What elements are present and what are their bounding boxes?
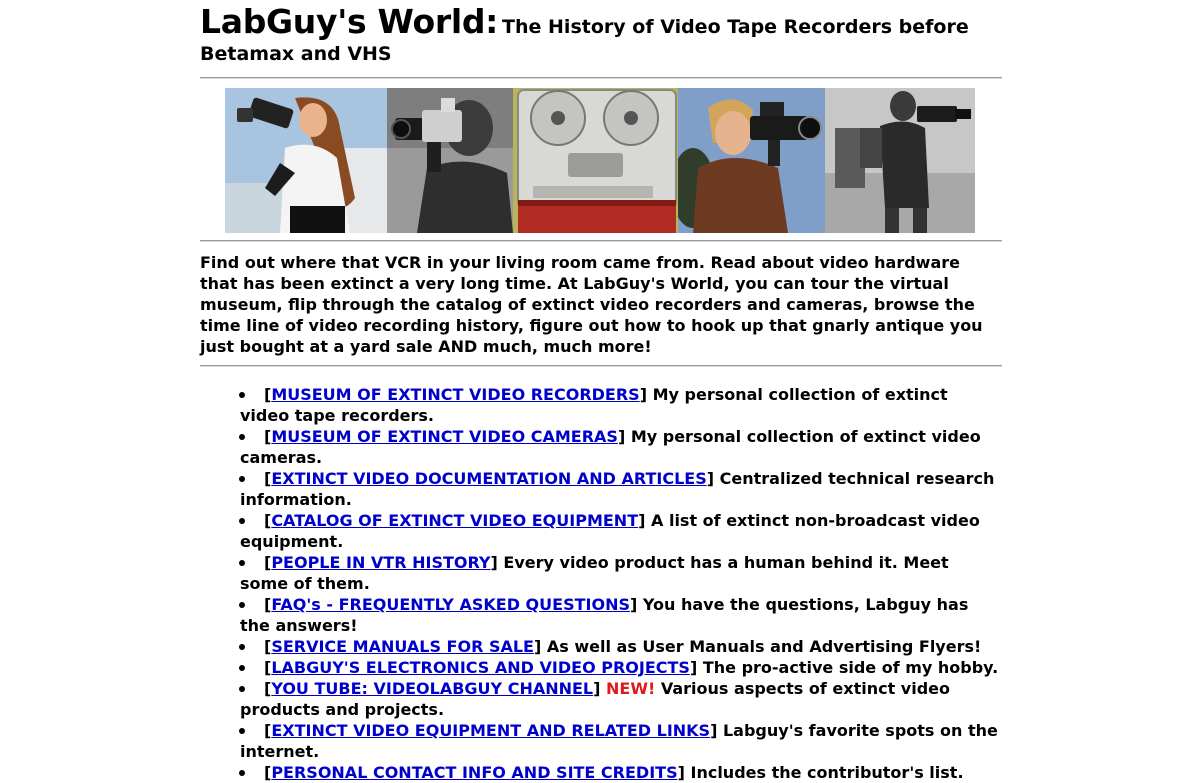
nav-link-catalog-of-extinct-video-equipment[interactable]: CATALOG OF EXTINCT VIDEO EQUIPMENT [271,511,638,530]
bullet-icon [239,686,245,692]
nav-item-catalog-of-extinct-video-equipment: [CATALOG OF EXTINCT VIDEO EQUIPMENT] A l… [239,511,980,551]
nav-item-museum-of-extinct-video-recorders: [MUSEUM OF EXTINCT VIDEO RECORDERS] My p… [239,385,948,425]
nav-item-labguy-s-electronics-and-video-projects: [LABGUY'S ELECTRONICS AND VIDEO PROJECTS… [239,657,1002,678]
banner-collage [225,88,975,233]
nav-item-extinct-video-equipment-and-related-links: [EXTINCT VIDEO EQUIPMENT AND RELATED LIN… [239,721,998,761]
nav-link-faq-s-frequently-asked-questions[interactable]: FAQ's - FREQUENTLY ASKED QUESTIONS [271,595,630,614]
nav-link-people-in-vtr-history[interactable]: PEOPLE IN VTR HISTORY [271,553,490,572]
bullet-icon [239,665,245,671]
nav-item-museum-of-extinct-video-cameras: [MUSEUM OF EXTINCT VIDEO CAMERAS] My per… [239,427,981,467]
nav-link-personal-contact-info-and-site-credits[interactable]: PERSONAL CONTACT INFO AND SITE CREDITS [271,763,677,782]
nav-link-museum-of-extinct-video-recorders[interactable]: MUSEUM OF EXTINCT VIDEO RECORDERS [271,385,639,404]
nav-link-labguy-s-electronics-and-video-projects[interactable]: LABGUY'S ELECTRONICS AND VIDEO PROJECTS [271,658,690,677]
divider-middle [200,240,1002,242]
nav-item-description: As well as User Manuals and Advertising … [546,637,982,656]
bullet-icon [239,392,245,398]
page-header: LabGuy's World: The History of Video Tape… [200,5,1002,68]
nav-link-you-tube-videolabguy-channel[interactable]: YOU TUBE: VIDEOLABGUY CHANNEL [271,679,593,698]
nav-list: [MUSEUM OF EXTINCT VIDEO RECORDERS] My p… [200,384,1002,783]
man-with-handheld-camera-photo [387,88,513,233]
nav-link-extinct-video-equipment-and-related-links[interactable]: EXTINCT VIDEO EQUIPMENT AND RELATED LINK… [271,721,710,740]
intro-paragraph: Find out where that VCR in your living r… [200,253,983,356]
nav-item-description: The pro-active side of my hobby. [702,658,999,677]
reel-to-reel-recorder-photo [513,88,678,233]
divider-bottom [200,365,1002,367]
nav-link-museum-of-extinct-video-cameras[interactable]: MUSEUM OF EXTINCT VIDEO CAMERAS [271,427,618,446]
nav-link-service-manuals-for-sale[interactable]: SERVICE MANUALS FOR SALE [271,637,534,656]
bullet-icon [239,770,245,776]
nav-item-extinct-video-documentation-and-articles: [EXTINCT VIDEO DOCUMENTATION AND ARTICLE… [239,469,995,509]
nav-item-personal-contact-info-and-site-credits: [PERSONAL CONTACT INFO AND SITE CREDITS]… [239,762,1002,783]
woman-with-camera-photo [225,88,387,233]
site-title: LabGuy's World: [200,2,499,41]
bullet-icon [239,728,245,734]
bullet-icon [239,518,245,524]
bullet-icon [239,644,245,650]
nav-item-you-tube-videolabguy-channel: [YOU TUBE: VIDEOLABGUY CHANNEL] NEW! Var… [239,679,950,719]
nav-link-extinct-video-documentation-and-articles[interactable]: EXTINCT VIDEO DOCUMENTATION AND ARTICLES [271,469,706,488]
man-with-backpack-camera-photo [825,88,975,233]
page: LabGuy's World: The History of Video Tape… [200,0,1002,783]
boy-with-camera-photo [678,88,825,233]
nav-item-faq-s-frequently-asked-questions: [FAQ's - FREQUENTLY ASKED QUESTIONS] You… [239,595,969,635]
bullet-icon [239,560,245,566]
bullet-icon [239,602,245,608]
nav-item-description: Includes the contributor's list. [690,763,964,782]
bullet-icon [239,434,245,440]
bullet-icon [239,476,245,482]
new-badge: NEW! [606,679,656,698]
nav-item-people-in-vtr-history: [PEOPLE IN VTR HISTORY] Every video prod… [239,553,949,593]
divider-top [200,77,1002,79]
nav-item-service-manuals-for-sale: [SERVICE MANUALS FOR SALE] As well as Us… [239,636,1002,657]
